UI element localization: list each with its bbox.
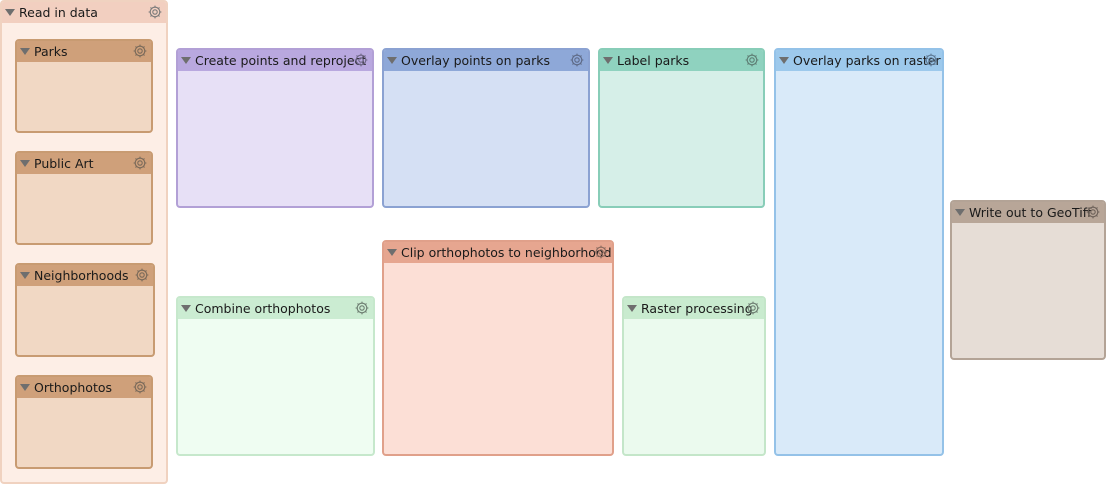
gear-icon[interactable]: [353, 52, 369, 68]
bookmark-title: Create points and reproject: [195, 53, 367, 68]
collapse-triangle-icon[interactable]: [20, 160, 30, 167]
bookmark-title: Overlay parks on raster: [793, 53, 941, 68]
collapse-triangle-icon[interactable]: [5, 9, 15, 16]
gear-icon[interactable]: [745, 300, 761, 316]
gear-icon[interactable]: [132, 43, 148, 59]
bookmark-header[interactable]: Combine orthophotos: [178, 298, 373, 319]
gear-icon[interactable]: [134, 267, 150, 283]
bookmark-header[interactable]: Read in data: [2, 2, 166, 23]
bookmark-label-parks[interactable]: Label parks: [598, 48, 765, 208]
bookmark-combine-orthophotos[interactable]: Combine orthophotos: [176, 296, 375, 456]
bookmark-header[interactable]: Neighborhoods: [17, 265, 153, 286]
bookmark-write-out-to-geotiff[interactable]: Write out to GeoTiff: [950, 200, 1106, 360]
gear-icon[interactable]: [1085, 204, 1101, 220]
bookmark-header[interactable]: Public Art: [17, 153, 151, 174]
bookmark-header[interactable]: Raster processing: [624, 298, 764, 319]
collapse-triangle-icon[interactable]: [181, 305, 191, 312]
bookmark-orthophotos[interactable]: Orthophotos: [15, 375, 153, 469]
bookmark-header[interactable]: Label parks: [600, 50, 763, 71]
bookmark-clip-orthophotos-to-neighborhood[interactable]: Clip orthophotos to neighborhood: [382, 240, 614, 456]
collapse-triangle-icon[interactable]: [779, 57, 789, 64]
gear-icon[interactable]: [147, 4, 163, 20]
bookmark-raster-processing[interactable]: Raster processing: [622, 296, 766, 456]
bookmark-header[interactable]: Orthophotos: [17, 377, 151, 398]
gear-icon[interactable]: [354, 300, 370, 316]
bookmark-public-art[interactable]: Public Art: [15, 151, 153, 245]
gear-icon[interactable]: [923, 52, 939, 68]
bookmark-neighborhoods[interactable]: Neighborhoods: [15, 263, 155, 357]
collapse-triangle-icon[interactable]: [181, 57, 191, 64]
collapse-triangle-icon[interactable]: [627, 305, 637, 312]
collapse-triangle-icon[interactable]: [603, 57, 613, 64]
gear-icon[interactable]: [132, 379, 148, 395]
bookmark-create-points-and-reproject[interactable]: Create points and reproject: [176, 48, 374, 208]
bookmark-header[interactable]: Write out to GeoTiff: [952, 202, 1104, 223]
bookmark-title: Read in data: [19, 5, 98, 20]
gear-icon[interactable]: [132, 155, 148, 171]
bookmark-overlay-points-on-parks[interactable]: Overlay points on parks: [382, 48, 590, 208]
bookmark-header[interactable]: Create points and reproject: [178, 50, 372, 71]
gear-icon[interactable]: [744, 52, 760, 68]
gear-icon[interactable]: [569, 52, 585, 68]
bookmark-header[interactable]: Parks: [17, 41, 151, 62]
collapse-triangle-icon[interactable]: [955, 209, 965, 216]
bookmark-parks[interactable]: Parks: [15, 39, 153, 133]
bookmark-title: Overlay points on parks: [401, 53, 550, 68]
bookmark-header[interactable]: Clip orthophotos to neighborhood: [384, 242, 612, 263]
bookmark-title: Write out to GeoTiff: [969, 205, 1092, 220]
collapse-triangle-icon[interactable]: [20, 272, 30, 279]
collapse-triangle-icon[interactable]: [20, 48, 30, 55]
gear-icon[interactable]: [593, 244, 609, 260]
bookmark-overlay-parks-on-raster[interactable]: Overlay parks on raster: [774, 48, 944, 456]
bookmark-title: Label parks: [617, 53, 690, 68]
collapse-triangle-icon[interactable]: [387, 57, 397, 64]
bookmark-header[interactable]: Overlay points on parks: [384, 50, 588, 71]
bookmark-title: Clip orthophotos to neighborhood: [401, 245, 612, 260]
bookmark-title: Combine orthophotos: [195, 301, 331, 316]
bookmark-header[interactable]: Overlay parks on raster: [776, 50, 942, 71]
collapse-triangle-icon[interactable]: [387, 249, 397, 256]
collapse-triangle-icon[interactable]: [20, 384, 30, 391]
